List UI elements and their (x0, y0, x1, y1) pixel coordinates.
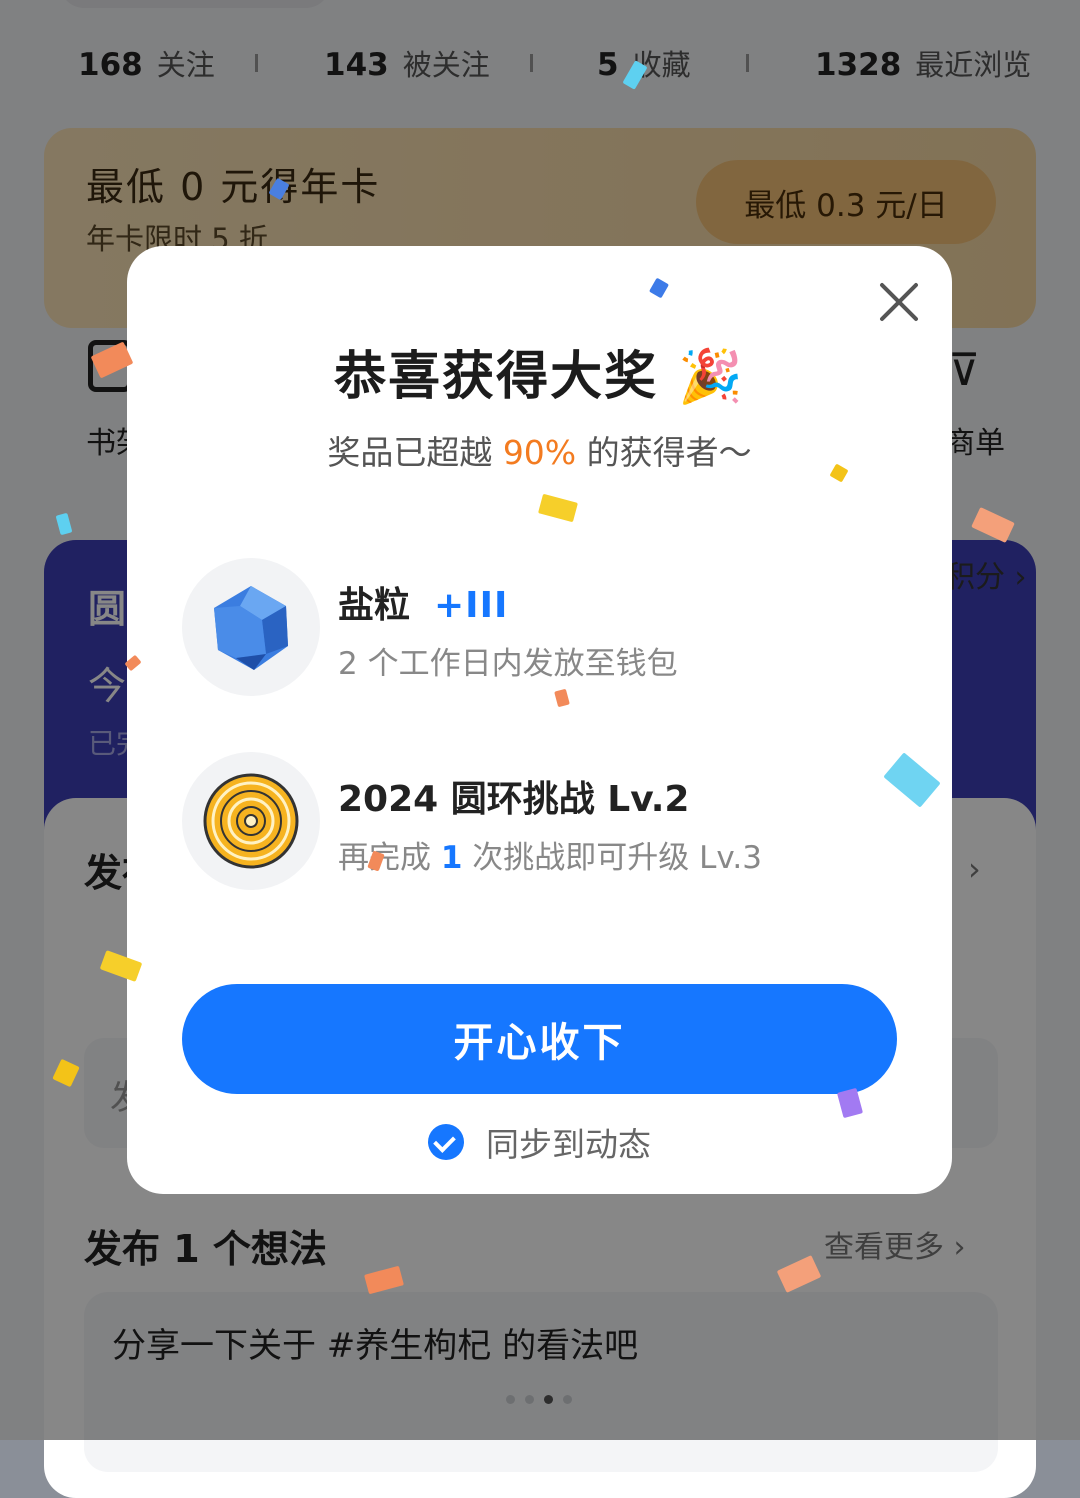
prize-bonus: +III (434, 585, 509, 626)
gold-ring-medal-icon (182, 752, 320, 890)
subtitle-highlight: 90% (502, 433, 577, 472)
desc-prefix: 再完成 (338, 840, 441, 876)
sync-to-feed-toggle[interactable]: 同步到动态 (127, 1118, 952, 1166)
desc-highlight: 1 (440, 840, 463, 876)
prize-modal: 恭喜获得大奖 🎉 奖品已超越 90% 的获得者～ 盐粒 +III 2 个工作日内发… (127, 246, 952, 1194)
prize-description: 再完成 1 次挑战即可升级 Lv.3 (338, 832, 762, 877)
prize-description: 2 个工作日内发放至钱包 (338, 646, 678, 682)
subtitle-prefix: 奖品已超越 (327, 433, 503, 472)
blue-crystal-icon (182, 558, 320, 696)
desc-suffix: 次挑战即可升级 Lv.3 (462, 840, 762, 876)
subtitle-suffix: 的获得者～ (576, 433, 752, 472)
prize-name: 盐粒 +III (338, 576, 508, 628)
accept-button[interactable]: 开心收下 (182, 984, 897, 1094)
prize-name-text: 盐粒 (338, 585, 411, 626)
sync-label: 同步到动态 (486, 1125, 651, 1164)
close-icon[interactable] (877, 280, 921, 324)
modal-subtitle: 奖品已超越 90% 的获得者～ (127, 426, 952, 474)
checkbox-checked-icon[interactable] (428, 1124, 464, 1160)
prize-name: 2024 圆环挑战 Lv.2 (338, 779, 690, 820)
modal-title: 恭喜获得大奖 🎉 (334, 347, 745, 407)
